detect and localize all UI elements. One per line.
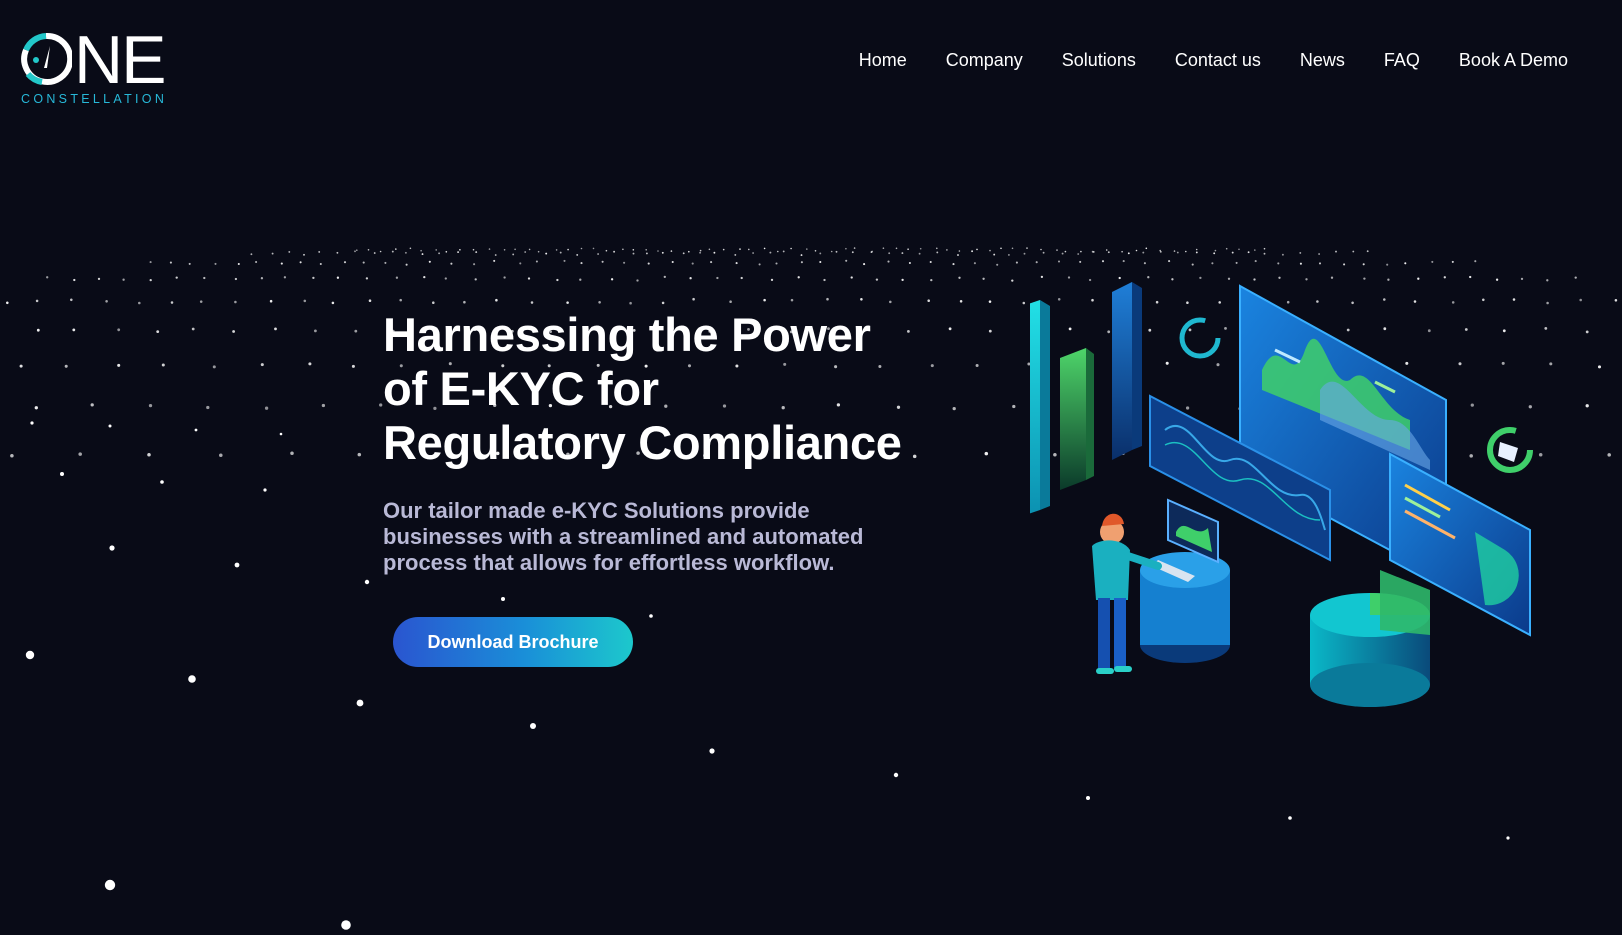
logo-tagline: CONSTELLATION [21, 92, 168, 106]
nav-book-a-demo[interactable]: Book A Demo [1459, 50, 1568, 71]
hero-section: Harnessing the Power of E-KYC for Regula… [383, 308, 983, 576]
nav-solutions[interactable]: Solutions [1062, 50, 1136, 71]
logo[interactable]: NE CONSTELLATION [20, 22, 180, 108]
site-header: NE CONSTELLATION Home Company Solutions … [0, 0, 1622, 120]
person-at-desk [1092, 498, 1230, 674]
nav-news[interactable]: News [1300, 50, 1345, 71]
nav-home[interactable]: Home [859, 50, 907, 71]
download-brochure-button[interactable]: Download Brochure [393, 617, 633, 667]
main-nav: Home Company Solutions Contact us News F… [820, 50, 1568, 71]
hero-description-line: businesses with a streamlined and automa… [383, 524, 864, 549]
nav-contact-us[interactable]: Contact us [1175, 50, 1261, 71]
bar-green [1060, 348, 1094, 490]
ekyc-dashboard-illustration [1030, 282, 1533, 707]
logo-text: NE [74, 22, 166, 98]
hero-title-line: of E-KYC for [383, 362, 659, 415]
hero-title-line: Harnessing the Power [383, 308, 871, 361]
nav-faq[interactable]: FAQ [1384, 50, 1420, 71]
nav-company[interactable]: Company [946, 50, 1023, 71]
cylinder-chart [1310, 570, 1430, 707]
bar-teal [1030, 300, 1050, 514]
ring-icon [1179, 317, 1221, 359]
logo-o-icon [21, 32, 72, 85]
logo-word: NE [20, 22, 166, 98]
page: NE CONSTELLATION Home Company Solutions … [0, 0, 1622, 935]
hero-description-line: process that allows for effortless workf… [383, 550, 835, 575]
hero-title: Harnessing the Power of E-KYC for Regula… [383, 308, 983, 470]
bar-blue [1112, 282, 1142, 460]
hero-description: Our tailor made e-KYC Solutions provide … [383, 498, 943, 576]
hero-title-line: Regulatory Compliance [383, 416, 902, 469]
hero-description-line: Our tailor made e-KYC Solutions provide [383, 498, 810, 523]
